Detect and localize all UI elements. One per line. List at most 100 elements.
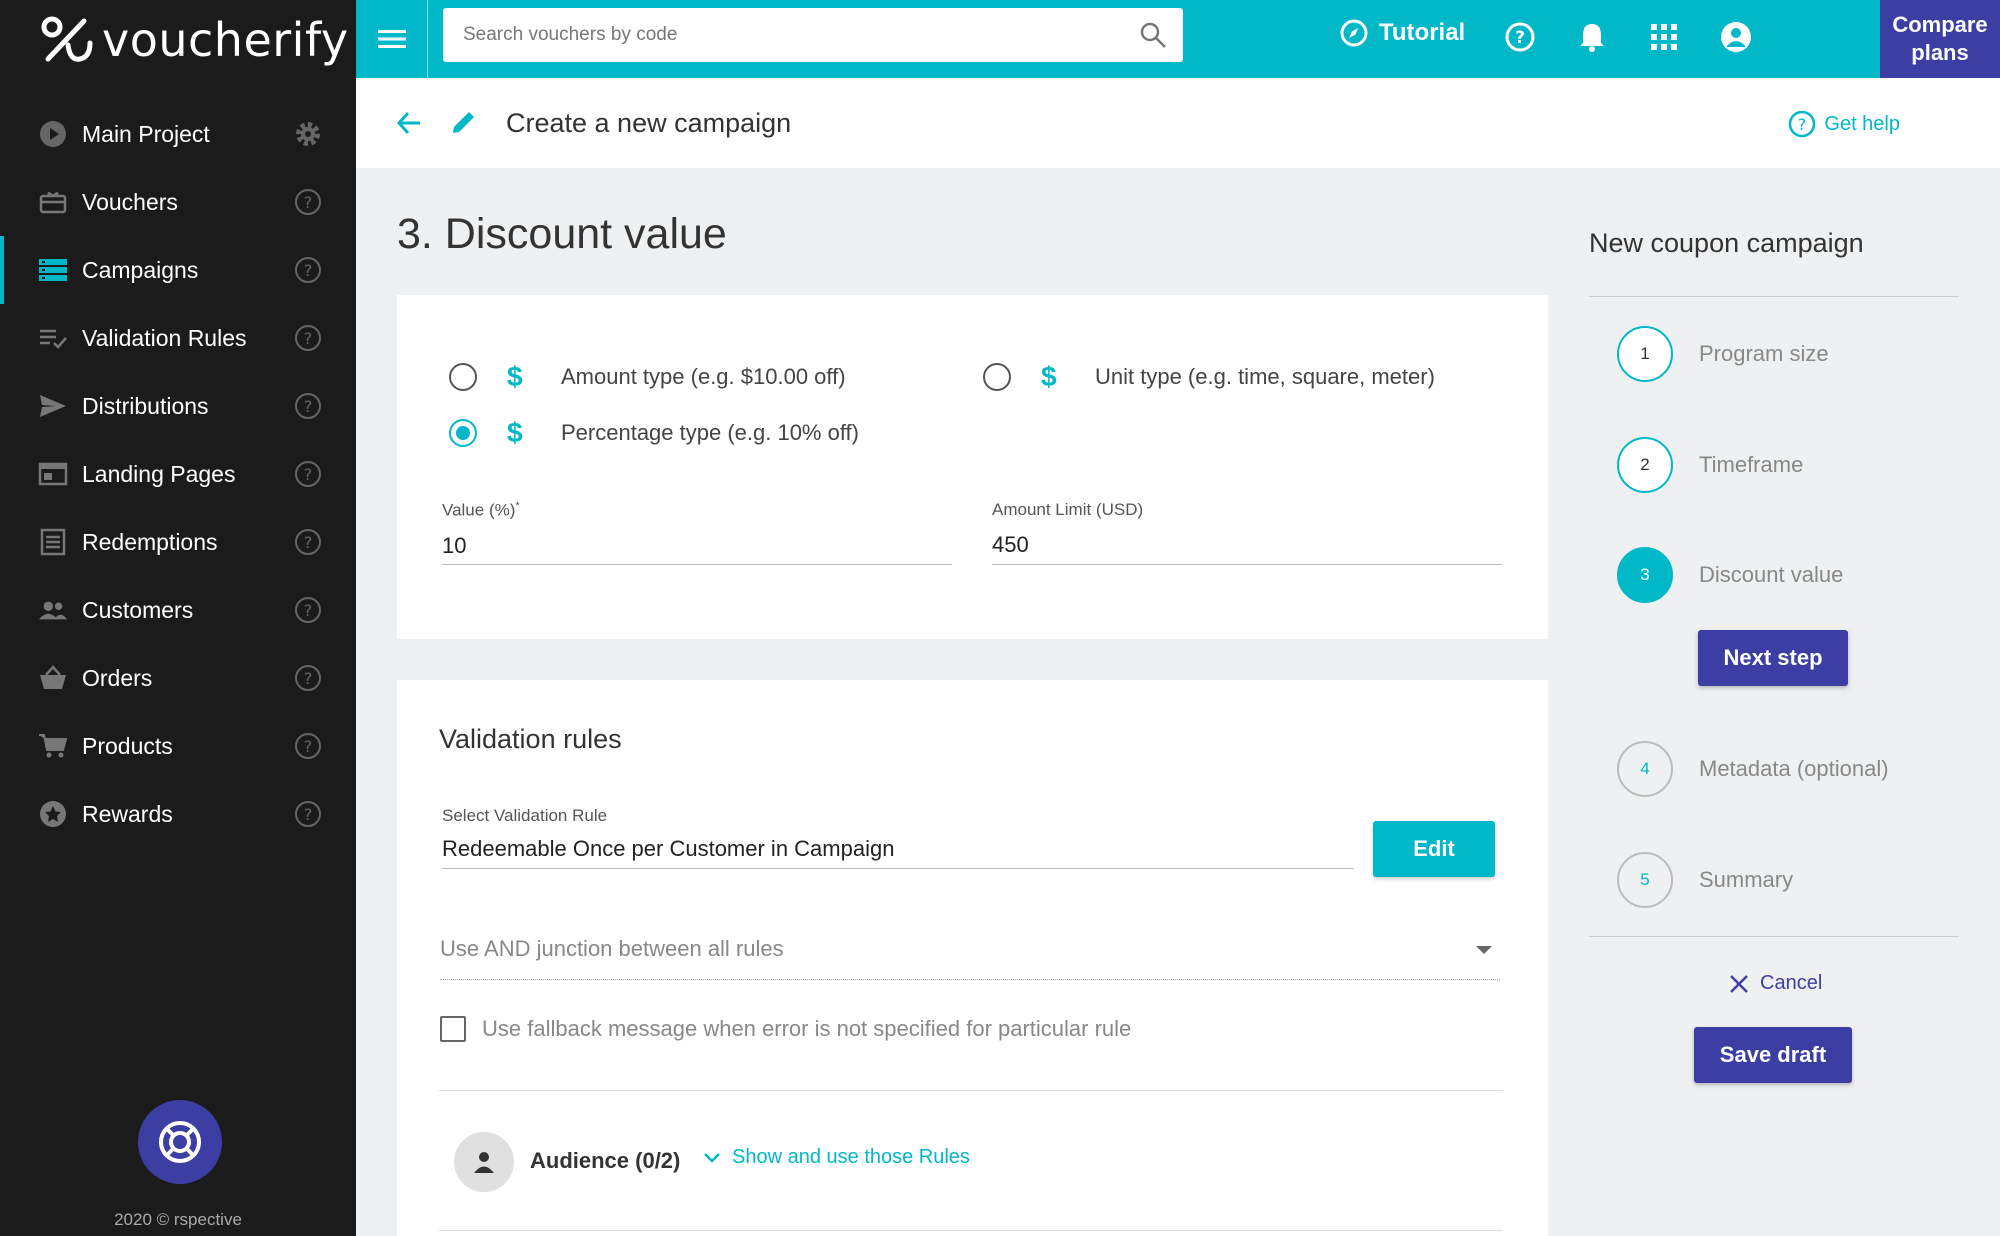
sidebar-item-vouchers[interactable]: Vouchers ? <box>0 168 356 236</box>
sidebar-nav: Main Project Vouchers ? Campaigns ? Vali… <box>0 100 356 848</box>
search-box <box>443 8 1183 62</box>
discount-type-card: $ Amount type (e.g. $10.00 off) $ Unit t… <box>397 295 1548 639</box>
divider <box>1589 296 1959 297</box>
svg-text:?: ? <box>1515 28 1525 48</box>
gift-card-icon <box>38 187 68 217</box>
menu-button[interactable] <box>356 0 428 78</box>
svg-text:?: ? <box>304 261 313 280</box>
help-icon[interactable]: ? <box>294 528 322 556</box>
sidebar-item-label: Main Project <box>82 120 210 147</box>
value-field[interactable]: Value (%)* 10 <box>442 500 952 565</box>
help-icon[interactable]: ? <box>294 460 322 488</box>
account-icon[interactable] <box>1719 20 1753 54</box>
help-icon[interactable]: ? <box>294 800 322 828</box>
value-field-value: 10 <box>442 532 467 558</box>
step-summary[interactable]: 5 Summary <box>1617 852 1793 908</box>
search-icon[interactable] <box>1139 21 1167 49</box>
people-icon <box>38 595 68 625</box>
list-icon <box>38 527 68 557</box>
radio-label: Unit type (e.g. time, square, meter) <box>1095 364 1435 389</box>
divider <box>439 1090 1503 1091</box>
help-icon[interactable]: ? <box>294 664 322 692</box>
steps-title: New coupon campaign <box>1589 228 1864 258</box>
junction-select[interactable]: Use AND junction between all rules <box>440 936 1500 980</box>
help-icon[interactable]: ? <box>294 324 322 352</box>
get-help-link[interactable]: ? Get help <box>1788 110 1900 138</box>
fallback-message-option[interactable]: Use fallback message when error is not s… <box>440 1016 1131 1042</box>
help-icon[interactable]: ? <box>294 732 322 760</box>
sidebar-item-rewards[interactable]: Rewards ? <box>0 780 356 848</box>
svg-text:?: ? <box>304 397 313 416</box>
apps-grid-icon[interactable] <box>1647 20 1681 54</box>
page-title: Create a new campaign <box>506 108 792 138</box>
radio-label: Percentage type (e.g. 10% off) <box>561 420 859 445</box>
person-icon <box>454 1132 514 1192</box>
svg-text:?: ? <box>304 805 313 824</box>
help-icon[interactable]: ? <box>294 256 322 284</box>
support-button[interactable] <box>138 1100 222 1184</box>
help-icon[interactable]: ? <box>294 596 322 624</box>
sidebar-item-label: Validation Rules <box>82 324 247 351</box>
sidebar-item-orders[interactable]: Orders ? <box>0 644 356 712</box>
step-label: Discount value <box>1699 562 1844 587</box>
tutorial-button[interactable]: Tutorial <box>1339 18 1465 48</box>
gear-icon[interactable] <box>294 120 322 148</box>
field-underline <box>442 564 952 565</box>
sidebar-item-distributions[interactable]: Distributions ? <box>0 372 356 440</box>
radio-button[interactable] <box>983 363 1011 391</box>
edit-rule-button[interactable]: Edit <box>1373 821 1495 877</box>
step-program-size[interactable]: 1 Program size <box>1617 326 1829 382</box>
svg-text:?: ? <box>304 601 313 620</box>
sidebar-item-label: Customers <box>82 596 194 623</box>
section-title: 3. Discount value <box>397 210 727 258</box>
back-arrow-icon[interactable] <box>396 110 422 136</box>
sidebar-item-label: Rewards <box>82 800 173 827</box>
sidebar-item-campaigns[interactable]: Campaigns ? <box>0 236 356 304</box>
help-icon[interactable]: ? <box>294 392 322 420</box>
help-icon[interactable]: ? <box>294 188 322 216</box>
sidebar-item-landing-pages[interactable]: Landing Pages ? <box>0 440 356 508</box>
web-page-icon <box>38 459 68 489</box>
svg-text:?: ? <box>1798 115 1807 134</box>
copyright: 2020 © rspective <box>114 1210 242 1229</box>
basket-icon <box>38 663 68 693</box>
radio-amount-type[interactable]: $ Amount type (e.g. $10.00 off) <box>449 361 846 393</box>
validation-rule-label: Select Validation Rule <box>442 806 608 825</box>
radio-button[interactable] <box>449 363 477 391</box>
checkbox[interactable] <box>440 1016 466 1042</box>
page-header: Create a new campaign ? Get help <box>356 78 2000 168</box>
search-input[interactable] <box>443 8 1123 62</box>
next-step-button[interactable]: Next step <box>1698 630 1848 686</box>
save-draft-button[interactable]: Save draft <box>1694 1027 1852 1083</box>
sidebar-item-main-project[interactable]: Main Project <box>0 100 356 168</box>
checklist-icon <box>38 323 68 353</box>
sidebar-item-products[interactable]: Products ? <box>0 712 356 780</box>
help-circle-icon: ? <box>1789 110 1816 138</box>
show-audience-rules-link[interactable]: Show and use those Rules <box>702 1146 970 1169</box>
logo-percent-icon <box>41 16 93 62</box>
svg-text:?: ? <box>304 329 313 348</box>
compare-plans-button[interactable]: Compare plans <box>1880 0 2000 78</box>
field-underline <box>992 564 1502 565</box>
step-discount-value[interactable]: 3 Discount value <box>1617 547 1843 603</box>
step-timeframe[interactable]: 2 Timeframe <box>1617 437 1803 493</box>
validation-rules-title: Validation rules <box>439 724 622 754</box>
step-number: 2 <box>1617 437 1673 493</box>
hamburger-icon <box>377 30 406 48</box>
step-metadata[interactable]: 4 Metadata (optional) <box>1617 741 1889 797</box>
radio-percentage-type[interactable]: $ Percentage type (e.g. 10% off) <box>449 417 859 449</box>
dropdown-arrow-icon <box>1476 946 1492 954</box>
sidebar-item-redemptions[interactable]: Redemptions ? <box>0 508 356 576</box>
sidebar-item-validation-rules[interactable]: Validation Rules ? <box>0 304 356 372</box>
step-number: 3 <box>1617 547 1673 603</box>
sidebar-item-customers[interactable]: Customers ? <box>0 576 356 644</box>
validation-rule-select[interactable]: Select Validation Rule Redeemable Once p… <box>442 806 1354 876</box>
radio-unit-type[interactable]: $ Unit type (e.g. time, square, meter) <box>983 361 1435 393</box>
brand-logo[interactable]: voucherify <box>40 13 349 67</box>
bell-icon[interactable] <box>1575 20 1609 54</box>
get-help-label: Get help <box>1824 112 1900 135</box>
cancel-button[interactable]: Cancel <box>1728 972 1822 995</box>
radio-button[interactable] <box>449 419 477 447</box>
amount-limit-field[interactable]: Amount Limit (USD) 450 <box>992 500 1502 565</box>
help-circle-icon[interactable]: ? <box>1503 20 1537 54</box>
